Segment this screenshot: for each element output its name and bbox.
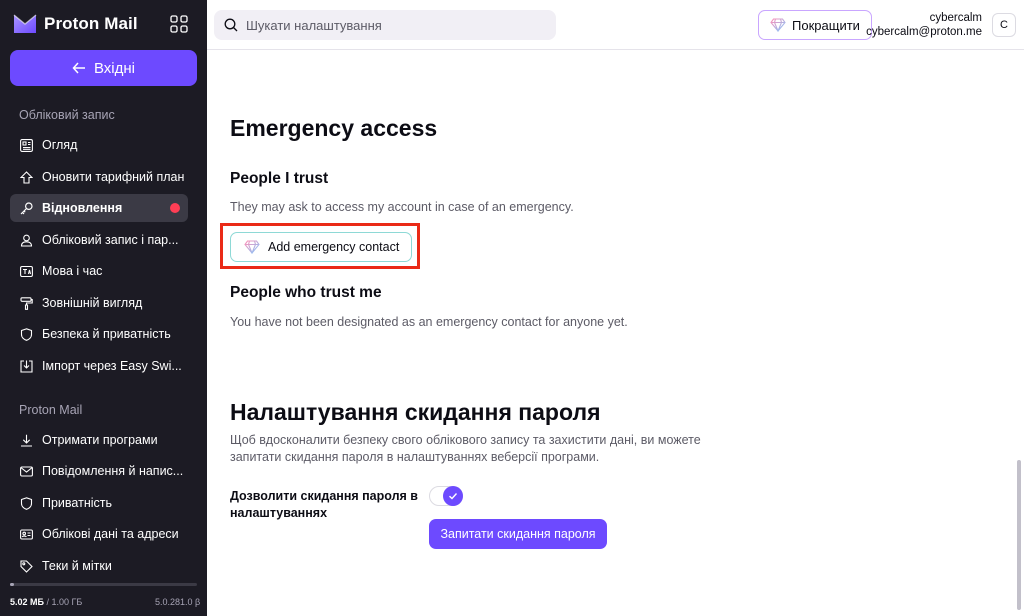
paint-roller-icon: [20, 296, 33, 310]
top-bar: Покращити cybercalm cybercalm@proton.me …: [207, 0, 1024, 50]
sidebar-item-label: Обліковий запис і пар...: [42, 233, 179, 247]
proton-mail-logo-icon: [13, 14, 37, 33]
notification-dot: [170, 203, 180, 213]
app-version: 5.0.281.0 β: [155, 597, 201, 607]
toggle-label-line-1: Дозволити скидання пароля в: [230, 489, 418, 503]
sidebar-item-easy-switch[interactable]: Імпорт через Easy Swi...: [10, 352, 188, 380]
section-title-mail: Proton Mail: [19, 403, 83, 417]
language-icon: [20, 265, 33, 277]
password-reset-description-line-2: запитати скидання пароля в налаштуваннях…: [230, 450, 600, 464]
search-box[interactable]: [214, 10, 556, 40]
shield-icon: [20, 327, 33, 341]
password-reset-description-line-1: Щоб вдосконалити безпеку свого обліковог…: [230, 433, 701, 447]
checkmark-icon: [449, 493, 458, 500]
diamond-icon: [770, 18, 786, 32]
sidebar-item-label: Зовнішній вигляд: [42, 296, 143, 310]
storage-total: / 1.00 ГБ: [46, 597, 83, 607]
user-menu[interactable]: cybercalm cybercalm@proton.me: [866, 11, 982, 39]
section-title-account: Обліковий запис: [19, 108, 115, 122]
sidebar-item-security-privacy[interactable]: Безпека й приватність: [10, 320, 188, 348]
dashboard-icon: [20, 138, 33, 152]
password-reset-toggle-label: Дозволити скидання пароля в налаштування…: [230, 488, 420, 522]
user-email: cybercalm@proton.me: [866, 26, 982, 38]
search-icon: [224, 18, 238, 32]
sidebar-item-label: Теки й мітки: [42, 559, 112, 573]
storage-bar: [10, 583, 197, 586]
tag-icon: [20, 559, 33, 573]
people-i-trust-title: People I trust: [230, 170, 329, 187]
password-reset-toggle[interactable]: [429, 486, 463, 506]
upgrade-icon: [20, 170, 33, 184]
sidebar: Proton Mail Вхідні Обліковий запис Огляд…: [0, 0, 207, 616]
sidebar-item-folders-labels[interactable]: Теки й мітки: [10, 552, 188, 580]
people-who-trust-me-title: People who trust me: [230, 284, 382, 301]
storage-usage: 5.02 МБ / 1.00 ГБ: [10, 597, 82, 607]
apps-grid-icon[interactable]: [170, 15, 188, 33]
request-password-reset-button[interactable]: Запитати скидання пароля: [429, 519, 607, 549]
sidebar-item-label: Мова і час: [42, 264, 103, 278]
sidebar-item-appearance[interactable]: Зовнішній вигляд: [10, 289, 188, 317]
card-icon: [20, 528, 33, 540]
brand-name: Proton Mail: [44, 14, 138, 33]
sidebar-item-label: Відновлення: [42, 201, 123, 215]
password-reset-description: Щоб вдосконалити безпеку свого обліковог…: [230, 432, 701, 466]
emergency-access-title: Emergency access: [230, 115, 438, 141]
sidebar-item-label: Безпека й приватність: [42, 327, 171, 341]
search-input[interactable]: [246, 17, 546, 33]
sidebar-item-upgrade[interactable]: Оновити тарифний план: [10, 163, 188, 191]
sidebar-item-label: Оновити тарифний план: [42, 170, 185, 184]
brand[interactable]: Proton Mail: [12, 12, 138, 36]
sidebar-item-label: Облікові дані та адреси: [42, 527, 179, 541]
people-who-trust-me-description: You have not been designated as an emerg…: [230, 315, 628, 329]
settings-content: Emergency access People I trust They may…: [207, 51, 1024, 616]
import-icon: [20, 359, 33, 373]
sidebar-item-label: Отримати програми: [42, 433, 158, 447]
download-icon: [21, 434, 32, 447]
sidebar-item-account-password[interactable]: Обліковий запис і пар...: [10, 226, 188, 254]
back-button-label: Вхідні: [93, 59, 136, 77]
sidebar-item-identities-addresses[interactable]: Облікові дані та адреси: [10, 520, 188, 548]
avatar[interactable]: C: [992, 13, 1016, 37]
sidebar-item-get-apps[interactable]: Отримати програми: [10, 426, 188, 454]
shield-icon: [20, 496, 33, 510]
sidebar-item-label: Приватність: [42, 496, 112, 510]
sidebar-item-language-time[interactable]: Мова і час: [10, 257, 188, 285]
sidebar-item-privacy[interactable]: Приватність: [10, 489, 188, 517]
highlight-annotation: [220, 223, 420, 269]
sidebar-item-overview[interactable]: Огляд: [10, 131, 188, 159]
sidebar-item-label: Повідомлення й напис...: [42, 464, 184, 478]
arrow-left-icon: [72, 62, 85, 74]
upgrade-button[interactable]: Покращити: [758, 10, 872, 40]
user-name: cybercalm: [929, 12, 982, 24]
people-i-trust-description: They may ask to access my account in cas…: [230, 200, 574, 214]
sidebar-item-label: Імпорт через Easy Swi...: [42, 359, 182, 373]
envelope-icon: [20, 465, 33, 477]
toggle-label-line-2: налаштуваннях: [230, 506, 328, 520]
sidebar-item-messages-composing[interactable]: Повідомлення й напис...: [10, 457, 188, 485]
back-to-inbox-button[interactable]: Вхідні: [10, 50, 197, 86]
password-reset-title: Налаштування скидання пароля: [230, 399, 601, 425]
upgrade-button-label: Покращити: [792, 17, 860, 33]
toggle-knob: [443, 486, 463, 506]
key-icon: [20, 201, 33, 214]
storage-bar-fill: [10, 583, 14, 586]
user-icon: [20, 234, 33, 247]
sidebar-item-label: Огляд: [42, 138, 78, 152]
storage-used: 5.02 МБ: [10, 597, 44, 607]
sidebar-item-recovery[interactable]: Відновлення: [10, 194, 188, 222]
scrollbar[interactable]: [1017, 460, 1021, 610]
